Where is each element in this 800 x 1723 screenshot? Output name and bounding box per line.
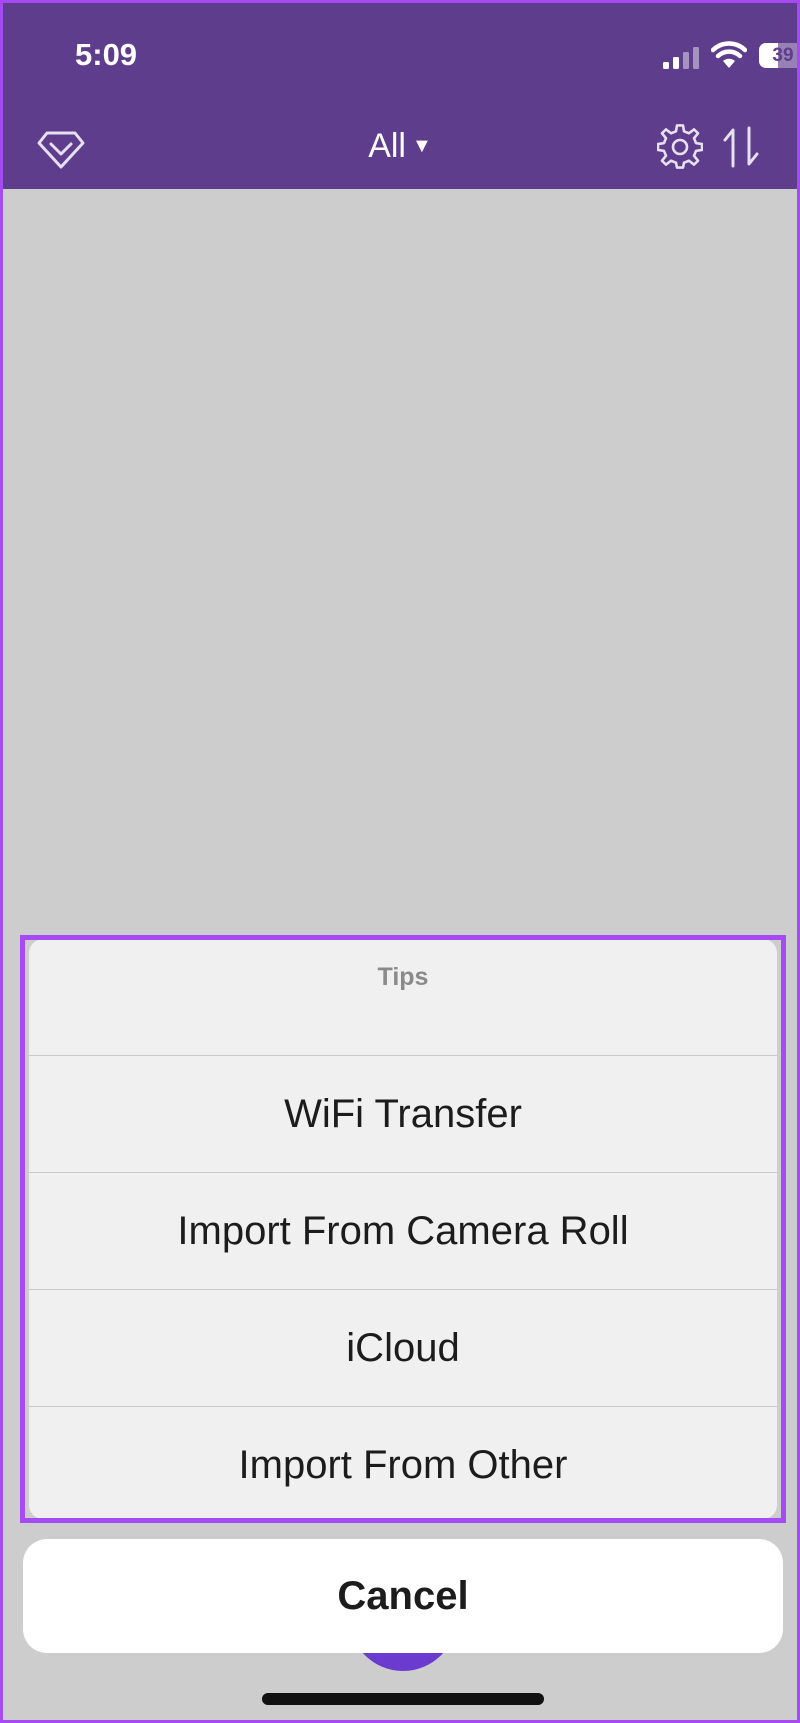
cancel-button[interactable]: Cancel [23, 1539, 783, 1653]
sort-icon[interactable] [721, 124, 761, 170]
gear-icon[interactable] [657, 124, 703, 170]
home-indicator [262, 1693, 544, 1705]
action-sheet: Tips WiFi Transfer Import From Camera Ro… [29, 939, 777, 1519]
top-bar: 5:09 39 All ▼ [3, 3, 797, 189]
screen: 5:09 39 All ▼ Tips WiFi Transfer Import … [0, 0, 800, 1723]
import-from-other-option[interactable]: Import From Other [29, 1406, 777, 1519]
wifi-transfer-option[interactable]: WiFi Transfer [29, 1055, 777, 1172]
icloud-option[interactable]: iCloud [29, 1289, 777, 1406]
wifi-icon [711, 41, 747, 68]
chevron-down-icon: ▼ [412, 135, 432, 157]
status-time: 5:09 [75, 37, 138, 72]
signal-icon [663, 47, 699, 69]
filter-label: All [368, 127, 406, 165]
battery-percent: 39 [772, 45, 794, 66]
action-sheet-header: Tips [29, 939, 777, 1055]
import-camera-roll-option[interactable]: Import From Camera Roll [29, 1172, 777, 1289]
action-sheet-title: Tips [377, 963, 429, 991]
battery-icon: 39 [759, 43, 797, 68]
